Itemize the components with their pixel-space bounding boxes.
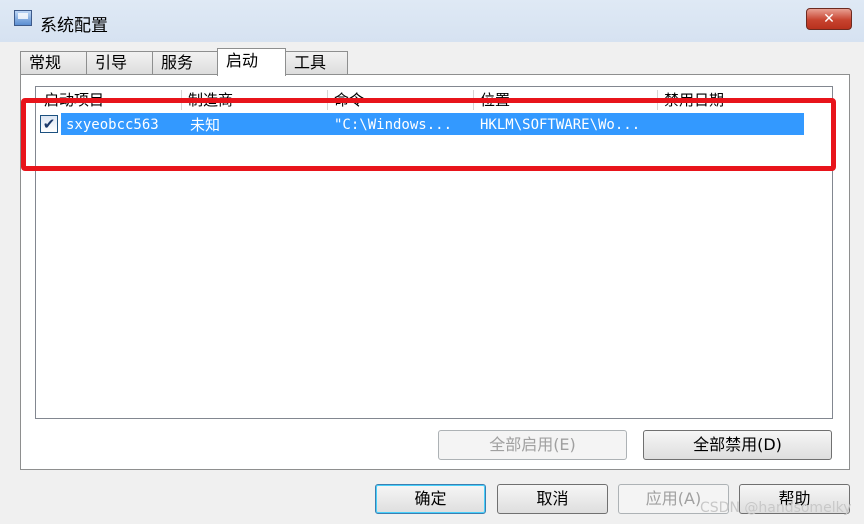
cell-location: HKLM\SOFTWARE\Wo...	[480, 117, 641, 133]
disable-all-button[interactable]: 全部禁用(D)	[643, 430, 832, 460]
ok-button[interactable]: 确定	[375, 484, 486, 514]
tab-boot[interactable]: 引导	[86, 51, 153, 75]
tab-general[interactable]: 常规	[20, 51, 87, 75]
tab-startup[interactable]: 启动	[217, 48, 286, 76]
column-separator[interactable]	[327, 90, 328, 110]
window-title: 系统配置	[40, 16, 108, 36]
cell-startup-item: sxyeobcc563	[66, 117, 159, 133]
column-separator[interactable]	[657, 90, 658, 110]
cell-command: "C:\Windows...	[334, 117, 453, 133]
title-bar: 系统配置 ✕	[0, 0, 864, 42]
startup-list[interactable]	[35, 86, 833, 419]
column-header-manufacturer[interactable]: 制造商	[188, 90, 233, 110]
watermark: CSDN @handsomelky	[700, 500, 852, 516]
tab-tools[interactable]: 工具	[285, 51, 348, 75]
system-config-icon	[14, 10, 32, 26]
column-header-command[interactable]: 命令	[334, 90, 364, 110]
column-separator[interactable]	[181, 90, 182, 110]
cancel-button[interactable]: 取消	[497, 484, 608, 514]
close-button[interactable]: ✕	[806, 8, 852, 30]
startup-item-checkbox[interactable]: ✔	[40, 115, 58, 133]
column-header-startup-item[interactable]: 启动项目	[44, 90, 104, 110]
tab-services[interactable]: 服务	[152, 51, 218, 75]
cell-manufacturer: 未知	[190, 116, 221, 134]
column-header-disabled-date[interactable]: 禁用日期	[664, 90, 724, 110]
column-header-location[interactable]: 位置	[480, 90, 510, 110]
column-separator[interactable]	[473, 90, 474, 110]
enable-all-button[interactable]: 全部启用(E)	[438, 430, 627, 460]
